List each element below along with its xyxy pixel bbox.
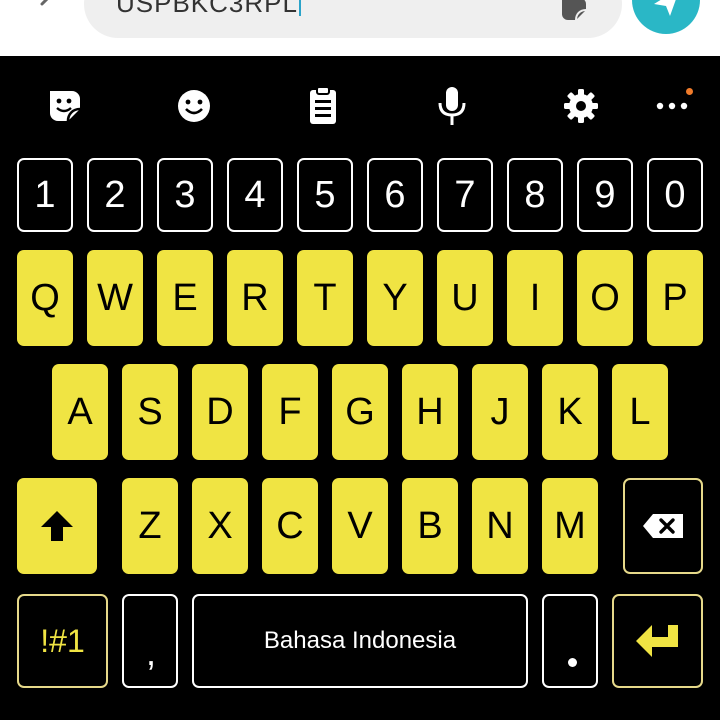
key-t[interactable]: T <box>297 250 353 346</box>
backspace-key[interactable] <box>623 478 703 574</box>
key-3[interactable]: 3 <box>157 158 213 232</box>
send-button[interactable] <box>632 0 700 34</box>
key-0[interactable]: 0 <box>647 158 703 232</box>
backspace-icon <box>643 514 683 538</box>
toolbar-clipboard-button[interactable] <box>295 78 351 134</box>
key-v[interactable]: V <box>332 478 388 574</box>
microphone-icon <box>438 87 466 125</box>
symbols-key[interactable]: !#1 <box>17 594 108 688</box>
space-key[interactable]: Bahasa Indonesia <box>192 594 528 688</box>
key-e[interactable]: E <box>157 250 213 346</box>
key-4[interactable]: 4 <box>227 158 283 232</box>
key-c[interactable]: C <box>262 478 318 574</box>
gear-icon <box>564 89 598 123</box>
send-icon <box>654 0 676 16</box>
key-u[interactable]: U <box>437 250 493 346</box>
key-r[interactable]: R <box>227 250 283 346</box>
key-a[interactable]: A <box>52 364 108 460</box>
sticker-icon <box>50 91 81 122</box>
key-9[interactable]: 9 <box>577 158 633 232</box>
more-icon <box>656 102 688 110</box>
toolbar-voice-button[interactable] <box>424 78 480 134</box>
toolbar-sticker-button[interactable] <box>37 78 93 134</box>
text-caret <box>298 0 301 16</box>
key-h[interactable]: H <box>402 364 458 460</box>
input-value: USPBKC3RPL <box>116 0 298 18</box>
key-y[interactable]: Y <box>367 250 423 346</box>
key-k[interactable]: K <box>542 364 598 460</box>
toolbar-settings-button[interactable] <box>553 78 609 134</box>
toolbar-more-button[interactable] <box>644 78 700 134</box>
key-s[interactable]: S <box>122 364 178 460</box>
toolbar-emoji-button[interactable] <box>166 78 222 134</box>
key-b[interactable]: B <box>402 478 458 574</box>
key-5[interactable]: 5 <box>297 158 353 232</box>
comma-key[interactable]: , <box>122 594 178 688</box>
sticker-icon[interactable] <box>558 0 590 22</box>
key-8[interactable]: 8 <box>507 158 563 232</box>
key-x[interactable]: X <box>192 478 248 574</box>
key-j[interactable]: J <box>472 364 528 460</box>
key-2[interactable]: 2 <box>87 158 143 232</box>
key-l[interactable]: L <box>612 364 668 460</box>
key-w[interactable]: W <box>87 250 143 346</box>
enter-key[interactable] <box>612 594 703 688</box>
clipboard-icon <box>310 86 336 124</box>
key-1[interactable]: 1 <box>17 158 73 232</box>
key-i[interactable]: I <box>507 250 563 346</box>
key-p[interactable]: P <box>647 250 703 346</box>
emoji-icon <box>178 90 210 122</box>
key-z[interactable]: Z <box>122 478 178 574</box>
period-key[interactable] <box>542 594 598 688</box>
key-d[interactable]: D <box>192 364 248 460</box>
back-arrow-icon[interactable] <box>28 0 68 16</box>
enter-arrow-icon <box>635 625 678 657</box>
key-g[interactable]: G <box>332 364 388 460</box>
period-dot <box>568 658 577 667</box>
key-q[interactable]: Q <box>17 250 73 346</box>
key-m[interactable]: M <box>542 478 598 574</box>
message-input-text: USPBKC3RPL <box>116 0 301 18</box>
key-n[interactable]: N <box>472 478 528 574</box>
key-f[interactable]: F <box>262 364 318 460</box>
key-6[interactable]: 6 <box>367 158 423 232</box>
shift-arrow-icon <box>41 511 73 541</box>
notification-dot <box>686 88 693 95</box>
key-7[interactable]: 7 <box>437 158 493 232</box>
shift-key[interactable] <box>17 478 97 574</box>
key-o[interactable]: O <box>577 250 633 346</box>
